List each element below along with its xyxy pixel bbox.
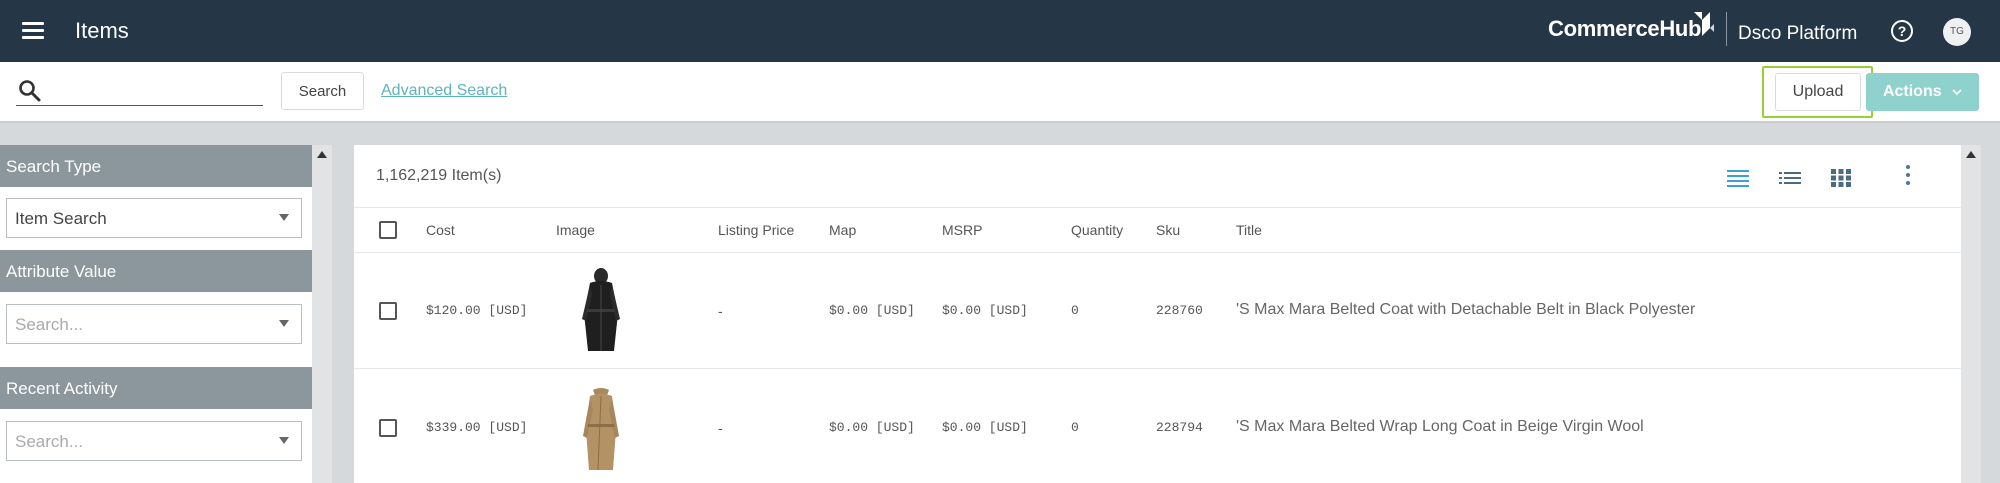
search-type-value: Item Search bbox=[15, 209, 107, 228]
grid-view-icon[interactable] bbox=[1829, 167, 1853, 189]
caret-down-icon bbox=[279, 437, 289, 444]
select-all-checkbox[interactable] bbox=[379, 221, 397, 239]
search-icon bbox=[19, 80, 41, 102]
scroll-up-arrow-icon[interactable] bbox=[1966, 151, 1976, 158]
chevron-down-icon bbox=[1952, 89, 1962, 96]
cell-sku: 228760 bbox=[1156, 303, 1203, 318]
search-type-select[interactable]: Item Search bbox=[6, 198, 302, 238]
recent-activity-select[interactable]: Search... bbox=[6, 421, 302, 461]
column-header-quantity[interactable]: Quantity bbox=[1071, 222, 1123, 238]
caret-down-icon bbox=[279, 320, 289, 327]
cell-map: $0.00 [USD] bbox=[829, 303, 915, 318]
column-header-title[interactable]: Title bbox=[1236, 222, 1262, 238]
main-scrollbar[interactable] bbox=[1961, 145, 1981, 483]
row-checkbox[interactable] bbox=[379, 302, 397, 320]
cell-listing-price: - bbox=[718, 303, 723, 319]
recent-activity-header: Recent Activity bbox=[0, 367, 312, 409]
help-icon[interactable]: ? bbox=[1891, 20, 1913, 42]
attribute-value-placeholder: Search... bbox=[15, 315, 84, 334]
cell-title[interactable]: 'S Max Mara Belted Coat with Detachable … bbox=[1236, 301, 1695, 319]
cell-msrp: $0.00 [USD] bbox=[942, 420, 1028, 435]
table-row[interactable]: $339.00 [USD] - $0.00 [USD] $0.00 [USD] … bbox=[354, 370, 1961, 483]
commercehub-logo-icon bbox=[1694, 12, 1714, 36]
hamburger-menu-icon[interactable] bbox=[22, 22, 44, 40]
user-avatar[interactable]: TG bbox=[1943, 18, 1971, 46]
attribute-value-header: Attribute Value bbox=[0, 250, 312, 292]
list-view-icon[interactable] bbox=[1778, 167, 1802, 189]
black-coat-image[interactable] bbox=[576, 267, 626, 355]
column-header-sku[interactable]: Sku bbox=[1156, 222, 1180, 238]
actions-label: Actions bbox=[1882, 83, 1942, 100]
top-navigation-bar: Items CommerceHub Dsco Platform ? TG bbox=[0, 0, 2000, 62]
sidebar-scrollbar[interactable] bbox=[312, 145, 332, 483]
cell-title[interactable]: 'S Max Mara Belted Wrap Long Coat in Bei… bbox=[1236, 418, 1644, 436]
search-button[interactable]: Search bbox=[281, 72, 364, 110]
caret-down-icon bbox=[279, 214, 289, 221]
column-header-listing-price[interactable]: Listing Price bbox=[718, 222, 794, 238]
cell-msrp: $0.00 [USD] bbox=[942, 303, 1028, 318]
column-header-msrp[interactable]: MSRP bbox=[942, 222, 982, 238]
cell-cost: $339.00 [USD] bbox=[426, 420, 528, 435]
filter-sidebar: Search Type Item Search Attribute Value … bbox=[0, 145, 312, 483]
row-checkbox[interactable] bbox=[379, 419, 397, 437]
item-count: 1,162,219 Item(s) bbox=[376, 167, 502, 184]
beige-coat-image[interactable] bbox=[576, 384, 626, 472]
cell-quantity: 0 bbox=[1071, 420, 1079, 435]
search-type-header: Search Type bbox=[0, 145, 312, 187]
recent-activity-placeholder: Search... bbox=[15, 432, 84, 451]
more-options-icon[interactable] bbox=[1905, 165, 1911, 187]
search-toolbar: Search Advanced Search bbox=[0, 62, 2000, 123]
cell-sku: 228794 bbox=[1156, 420, 1203, 435]
page-title: Items bbox=[75, 18, 129, 43]
search-input[interactable] bbox=[16, 76, 263, 106]
attribute-value-select[interactable]: Search... bbox=[6, 304, 302, 344]
cell-cost: $120.00 [USD] bbox=[426, 303, 528, 318]
scroll-up-arrow-icon[interactable] bbox=[317, 151, 327, 158]
table-view-icon[interactable] bbox=[1726, 167, 1750, 189]
cell-map: $0.00 [USD] bbox=[829, 420, 915, 435]
advanced-search-link[interactable]: Advanced Search bbox=[381, 82, 507, 100]
column-header-cost[interactable]: Cost bbox=[426, 222, 455, 238]
cell-listing-price: - bbox=[718, 420, 723, 436]
platform-name: Dsco Platform bbox=[1738, 23, 1858, 44]
brand-divider bbox=[1726, 12, 1727, 46]
column-header-image[interactable]: Image bbox=[556, 222, 595, 238]
table-header: Cost Image Listing Price Map MSRP Quanti… bbox=[354, 207, 1961, 253]
upload-button[interactable]: Upload bbox=[1775, 73, 1861, 111]
brand-logo-text: CommerceHub bbox=[1548, 16, 1702, 41]
column-header-map[interactable]: Map bbox=[829, 222, 856, 238]
table-row[interactable]: $120.00 [USD] - $0.00 [USD] $0.00 [USD] … bbox=[354, 253, 1961, 369]
items-panel: 1,162,219 Item(s) Cost Image Listing Pri… bbox=[354, 145, 1961, 483]
cell-quantity: 0 bbox=[1071, 303, 1079, 318]
actions-dropdown-button[interactable]: Actions bbox=[1866, 73, 1979, 111]
